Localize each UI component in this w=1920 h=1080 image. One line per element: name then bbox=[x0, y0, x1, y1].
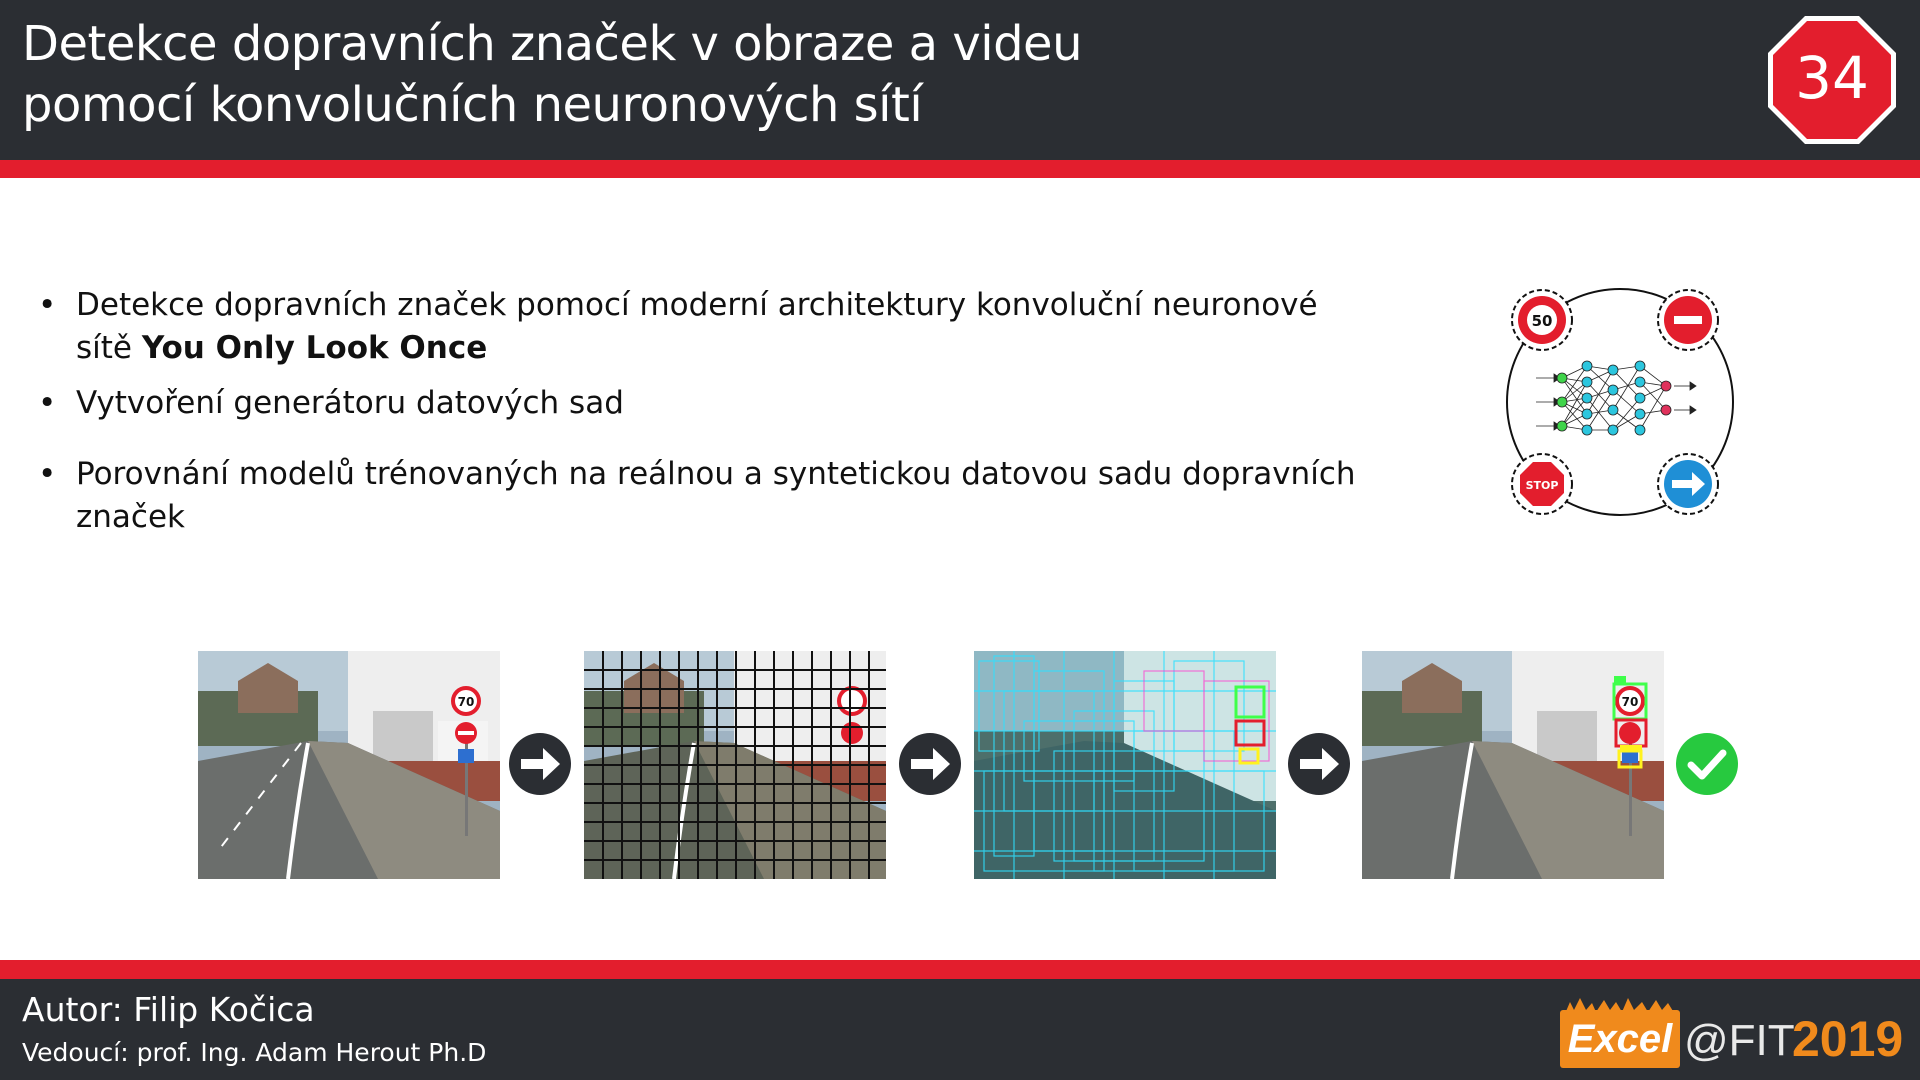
pipeline-input-image: 70 bbox=[198, 651, 500, 879]
badge-number: 34 bbox=[1795, 44, 1869, 112]
author-name: Autor: Filip Kočica bbox=[22, 990, 315, 1029]
pipeline-detections-image bbox=[974, 651, 1276, 879]
title-line-1: Detekce dopravních značek v obraze a vid… bbox=[22, 16, 1082, 72]
excel-at-fit-logo: Excel @FIT 2019 bbox=[1560, 998, 1910, 1070]
bullet-item-comparison: Porovnání modelů trénovaných na reálnou … bbox=[38, 453, 1358, 539]
logo-excel-text: Excel bbox=[1560, 1010, 1680, 1068]
footer-accent-stripe bbox=[0, 960, 1920, 979]
neural-network-icon bbox=[1536, 360, 1697, 436]
advisor-name: Vedoucí: prof. Ing. Adam Herout Ph.D bbox=[22, 1038, 487, 1067]
bullet-item-generator: Vytvoření generátoru datových sad bbox=[38, 382, 1358, 425]
bullet-list: Detekce dopravních značek pomocí moderní… bbox=[38, 284, 1358, 539]
bullet-bold-text: You Only Look Once bbox=[141, 330, 488, 366]
right-arrow-icon bbox=[509, 733, 571, 795]
right-arrow-icon bbox=[899, 733, 961, 795]
stop-label: STOP bbox=[1526, 479, 1559, 492]
speed-limit-sign-icon: 50 bbox=[1511, 289, 1573, 351]
bullet-item-yolo: Detekce dopravních značek pomocí moderní… bbox=[38, 284, 1358, 370]
pipeline-grid-image bbox=[584, 651, 886, 879]
logo-at-fit-text: @FIT bbox=[1684, 1016, 1795, 1065]
speed-sign-label: 70 bbox=[458, 695, 475, 709]
right-arrow-icon bbox=[1288, 733, 1350, 795]
stop-sign-icon: STOP bbox=[1511, 453, 1573, 515]
number-badge-octagon-icon: 34 bbox=[1768, 16, 1896, 144]
pipeline-result-image: 70 bbox=[1362, 651, 1664, 879]
check-icon bbox=[1676, 733, 1738, 795]
title-line-2: pomocí konvolučních neuronových sítí bbox=[22, 77, 923, 133]
direction-arrow-sign-icon bbox=[1657, 453, 1719, 515]
speed-sign-label: 70 bbox=[1622, 695, 1639, 709]
header-accent-stripe bbox=[0, 160, 1920, 178]
logo-year-text: 2019 bbox=[1792, 1011, 1904, 1067]
slide-title: Detekce dopravních značek v obraze a vid… bbox=[22, 14, 1082, 136]
speed-limit-label: 50 bbox=[1532, 312, 1553, 330]
neural-network-diagram: 50 STOP bbox=[1506, 288, 1734, 516]
no-entry-sign-icon bbox=[1657, 289, 1719, 351]
